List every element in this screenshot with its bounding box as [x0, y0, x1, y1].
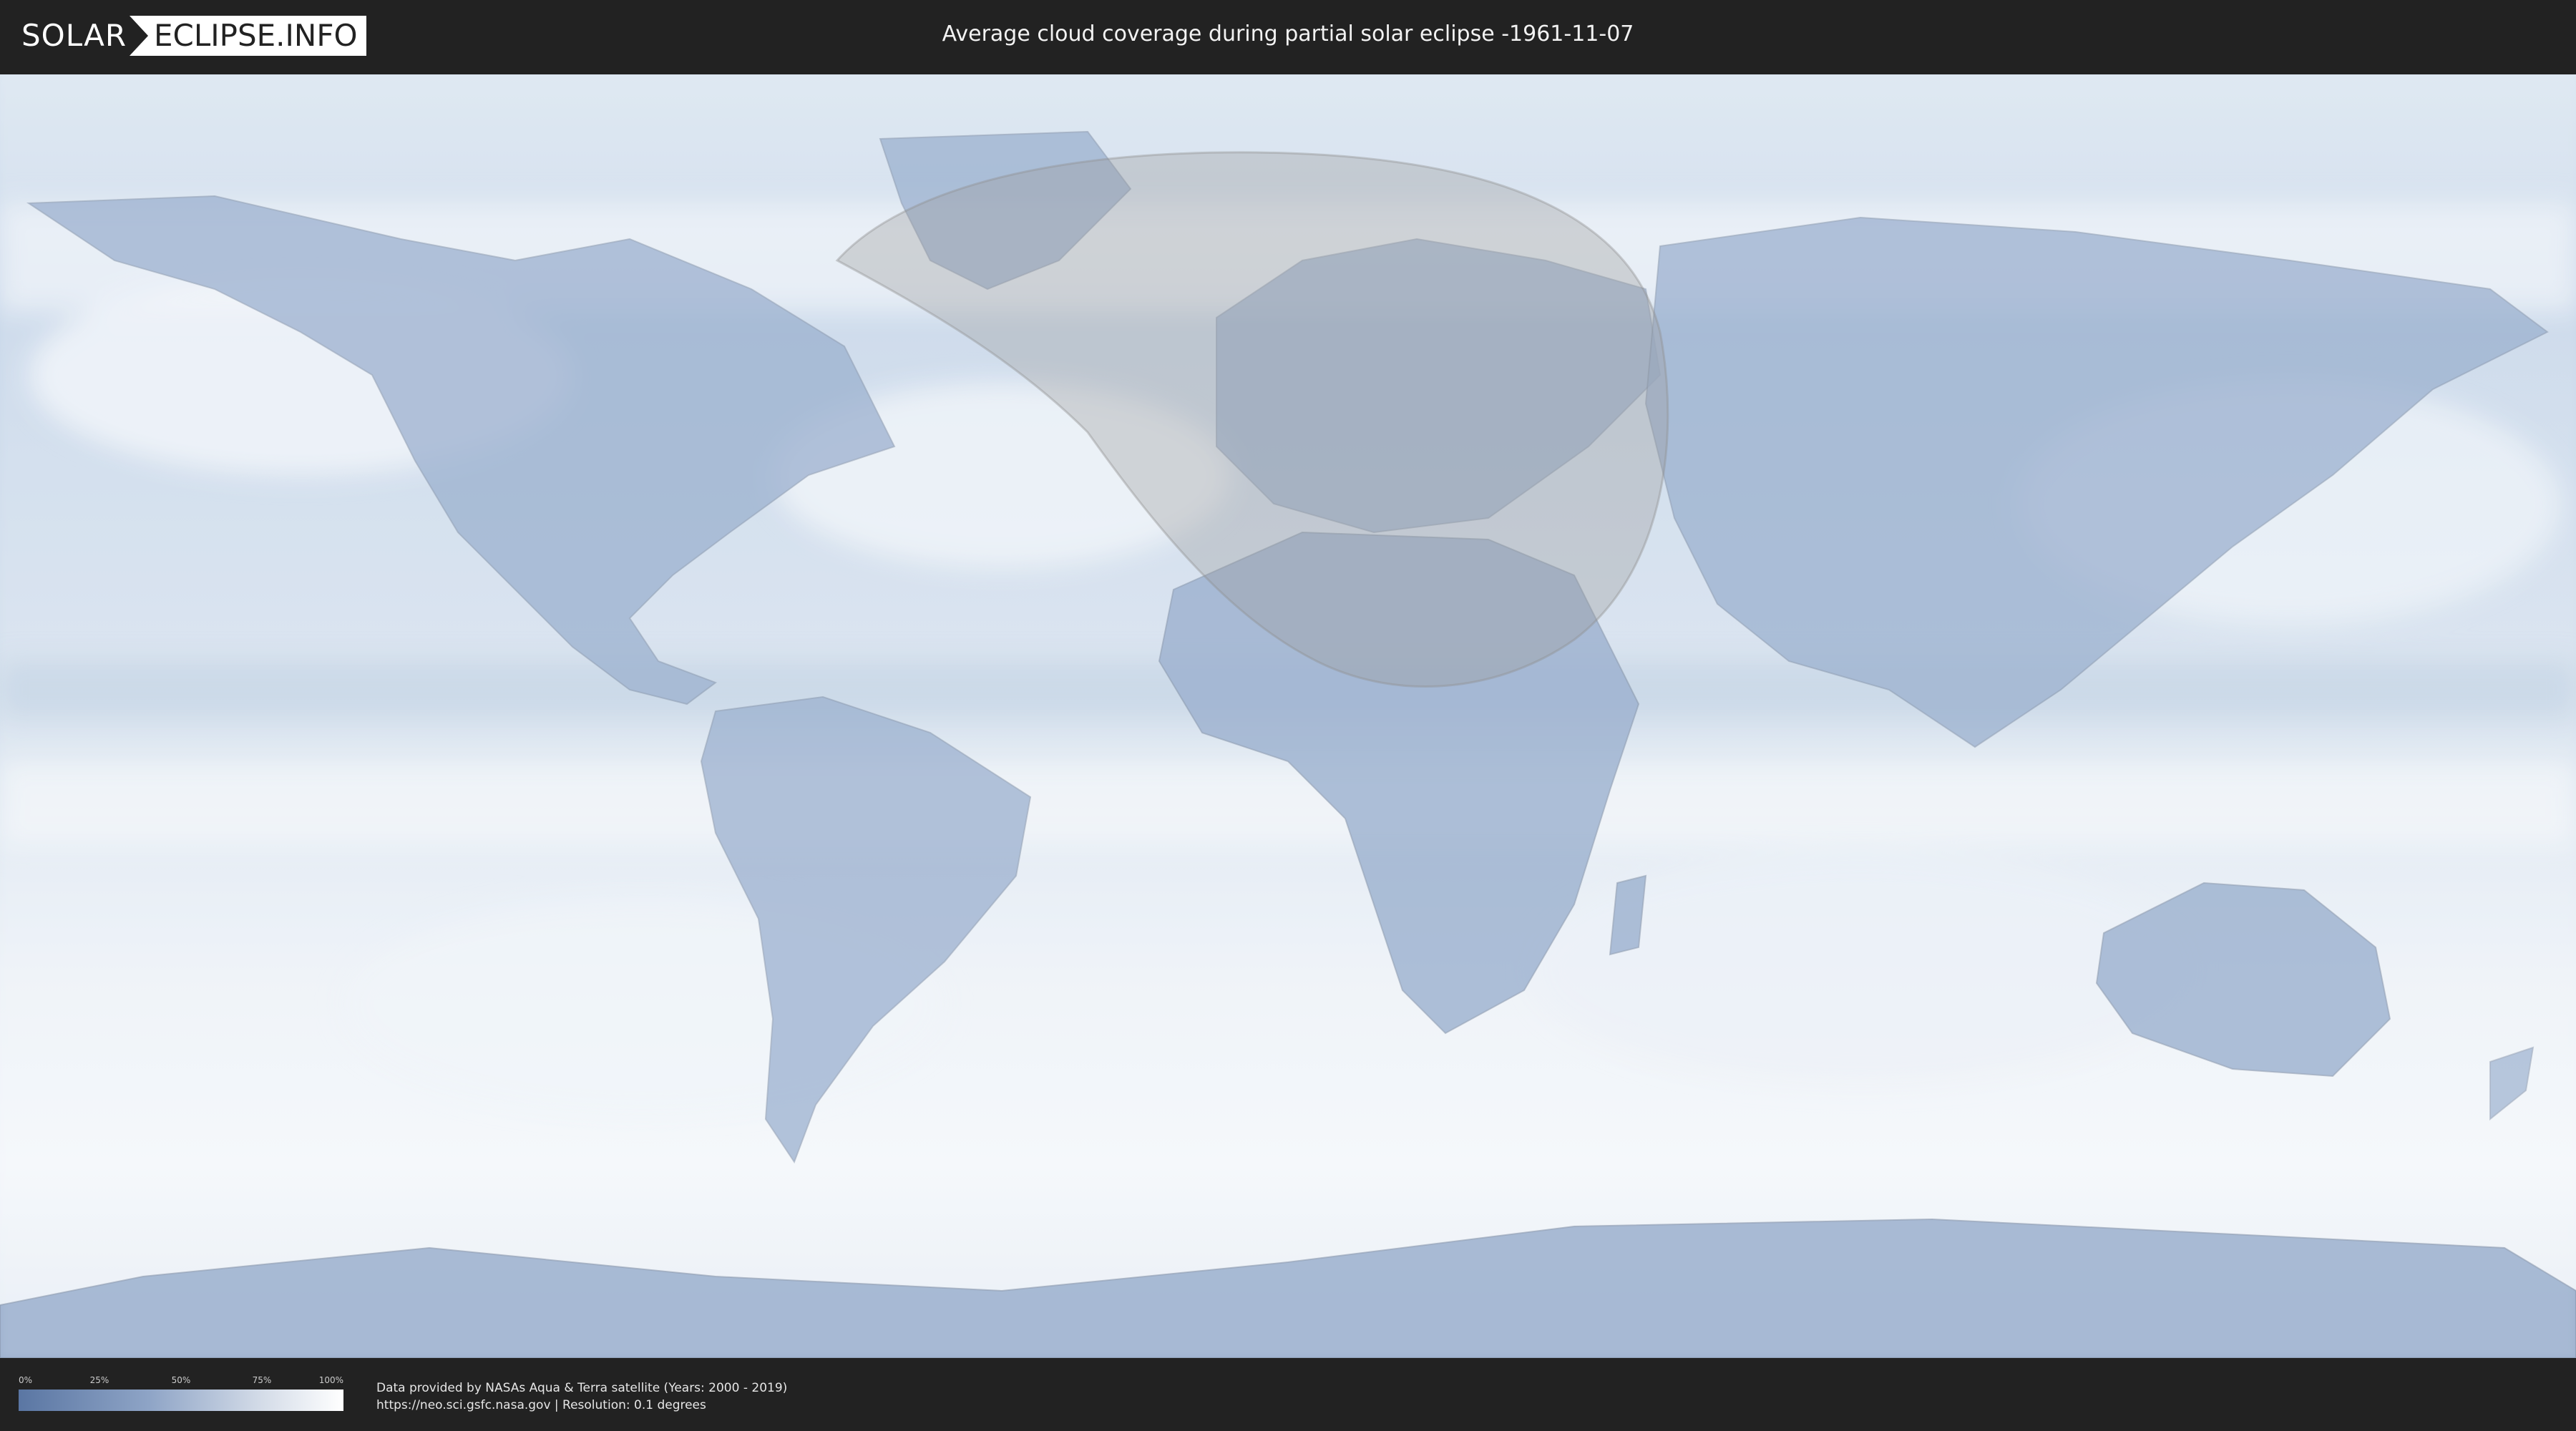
credits-line-link[interactable]: https://neo.sci.gsfc.nasa.gov | Resoluti…	[376, 1397, 787, 1414]
legend-ticks: 0% 25% 50% 75% 100%	[19, 1375, 343, 1388]
cloud-coverage-map[interactable]	[0, 74, 2576, 1358]
footer-bar: 0% 25% 50% 75% 100% Data provided by NAS…	[0, 1358, 2576, 1431]
legend-tick-100: 100%	[318, 1375, 343, 1385]
legend-tick-50: 50%	[171, 1375, 191, 1385]
legend-tick-25: 25%	[89, 1375, 109, 1385]
data-credits: Data provided by NASAs Aqua & Terra sate…	[376, 1379, 787, 1414]
credits-line-source: Data provided by NASAs Aqua & Terra sate…	[376, 1381, 788, 1395]
header-bar: SOLAR ECLIPSE.INFO Average cloud coverag…	[0, 0, 2576, 72]
cloud-coverage-legend: 0% 25% 50% 75% 100%	[19, 1375, 343, 1411]
legend-color-bar	[19, 1390, 343, 1411]
legend-tick-75: 75%	[252, 1375, 272, 1385]
world-map-svg	[0, 74, 2576, 1358]
page-title: Average cloud coverage during partial so…	[942, 21, 1634, 47]
legend-tick-0: 0%	[19, 1375, 33, 1385]
